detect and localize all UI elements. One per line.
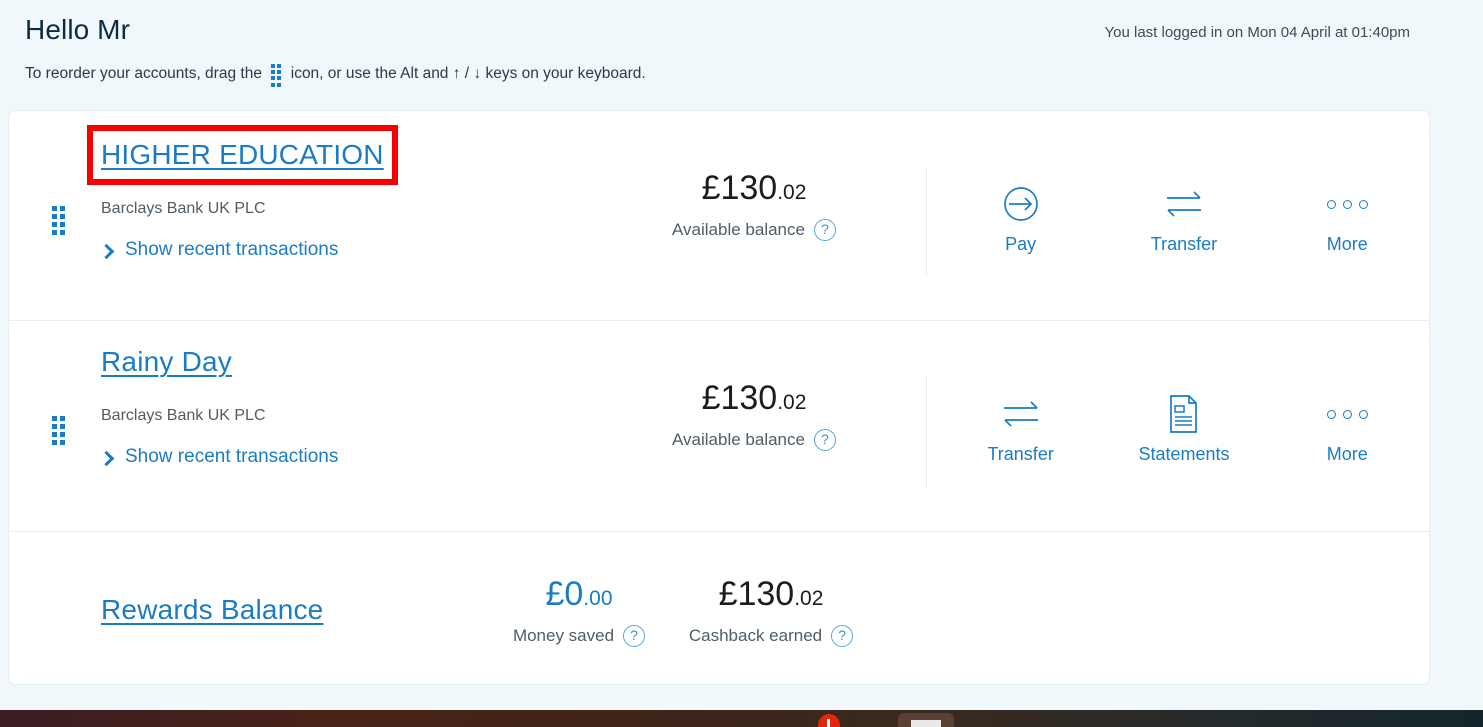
more-button-label: More [1326, 444, 1368, 464]
page-header: Hello Mr You last logged in on Mon 04 Ap… [0, 0, 1483, 108]
rewards-amounts: £0.00 Money saved ? £130.02 Cashback ear… [489, 577, 861, 647]
reorder-instructions: To reorder your accounts, drag the icon,… [25, 63, 646, 87]
account-name-link[interactable]: HIGHER EDUCATION [87, 125, 398, 185]
help-icon[interactable]: ? [813, 429, 836, 451]
balance-pounds: £130 [701, 379, 778, 417]
available-balance-label-row: Available balance ? [609, 219, 899, 241]
available-balance-block: £130.02 Available balance ? [609, 171, 899, 241]
balance-pounds: £130 [701, 169, 778, 207]
account-actions: Transfer Statements More [939, 393, 1429, 465]
account-row: HIGHER EDUCATION Barclays Bank UK PLC Sh… [9, 111, 1429, 321]
show-recent-transactions-link[interactable]: Show recent transactions [98, 446, 339, 468]
cashback-earned-amount: £130.02 [681, 577, 861, 611]
chevron-right-icon [98, 450, 115, 466]
account-actions: Pay Transfer More [939, 183, 1429, 255]
transfer-button-label: Transfer [987, 444, 1054, 464]
money-saved-pounds: £0 [545, 575, 584, 613]
accounts-card: HIGHER EDUCATION Barclays Bank UK PLC Sh… [8, 110, 1430, 685]
available-balance-label: Available balance [672, 220, 805, 239]
cashback-earned-label-row: Cashback earned ? [681, 625, 861, 647]
drag-handle-icon[interactable] [52, 416, 65, 445]
transfer-button[interactable]: Transfer [956, 393, 1086, 465]
chevron-right-icon [98, 243, 115, 259]
pay-arrow-circle-icon [1001, 183, 1041, 225]
money-saved-amount: £0.00 [489, 577, 669, 611]
account-info: Rainy Day Barclays Bank UK PLC Show rece… [98, 346, 339, 468]
reorder-instructions-suffix: icon, or use the Alt and ↑ / ↓ keys on y… [286, 65, 646, 83]
page-title: Hello Mr [25, 14, 131, 45]
account-bank-name: Barclays Bank UK PLC [101, 200, 266, 217]
cashback-earned-block: £130.02 Cashback earned ? [681, 577, 861, 647]
transfer-arrows-icon [1162, 183, 1206, 225]
transfer-arrows-icon [999, 393, 1043, 435]
money-saved-block: £0.00 Money saved ? [489, 577, 669, 647]
cashback-pence: .02 [794, 587, 824, 610]
account-row: Rainy Day Barclays Bank UK PLC Show rece… [9, 321, 1429, 532]
statements-button-label: Statements [1138, 444, 1230, 464]
show-recent-transactions-label: Show recent transactions [125, 239, 339, 260]
account-balance-amount: £130.02 [609, 171, 899, 205]
more-button[interactable]: More [1282, 183, 1412, 255]
money-saved-label: Money saved [512, 626, 615, 645]
more-dots-icon [1326, 393, 1368, 435]
rewards-balance-row: Rewards Balance £0.00 Money saved ? £130… [9, 532, 1429, 684]
page-bottom-spacer [0, 685, 1483, 710]
rewards-info: Rewards Balance [101, 594, 323, 626]
pay-button-label: Pay [1005, 234, 1037, 254]
more-button[interactable]: More [1282, 393, 1412, 465]
taskbar-app-icon-window[interactable] [898, 713, 954, 727]
money-saved-pence: .00 [583, 587, 613, 610]
vertical-divider [926, 377, 927, 487]
more-button-label: More [1326, 234, 1368, 254]
rewards-balance-link[interactable]: Rewards Balance [101, 594, 323, 626]
last-login-text: You last logged in on Mon 04 April at 01… [1104, 24, 1411, 41]
more-dots-icon [1326, 183, 1368, 225]
available-balance-label-row: Available balance ? [609, 429, 899, 451]
account-name-link[interactable]: Rainy Day [101, 346, 232, 378]
transfer-button[interactable]: Transfer [1119, 183, 1249, 255]
online-banking-accounts-page: Hello Mr You last logged in on Mon 04 Ap… [0, 0, 1483, 727]
account-info: HIGHER EDUCATION Barclays Bank UK PLC Sh… [87, 125, 398, 261]
reorder-instructions-prefix: To reorder your accounts, drag the [25, 65, 267, 83]
balance-pence: .02 [777, 391, 807, 414]
taskbar-app-icon-red[interactable] [818, 714, 840, 727]
account-bank-name: Barclays Bank UK PLC [101, 407, 266, 424]
balance-pence: .02 [777, 181, 807, 204]
cashback-earned-label: Cashback earned [688, 626, 823, 645]
drag-handle-icon [271, 64, 282, 87]
statement-document-icon [1167, 393, 1201, 435]
cashback-pounds: £130 [718, 575, 795, 613]
drag-handle-icon[interactable] [52, 206, 65, 235]
help-icon[interactable]: ? [623, 625, 646, 647]
show-recent-transactions-link[interactable]: Show recent transactions [98, 239, 339, 261]
pay-button[interactable]: Pay [956, 183, 1086, 255]
help-icon[interactable]: ? [813, 219, 836, 241]
help-icon[interactable]: ? [831, 625, 854, 647]
transfer-button-label: Transfer [1150, 234, 1218, 254]
available-balance-block: £130.02 Available balance ? [609, 381, 899, 451]
show-recent-transactions-label: Show recent transactions [125, 446, 339, 467]
os-taskbar [0, 710, 1483, 727]
available-balance-label: Available balance [672, 430, 805, 449]
money-saved-label-row: Money saved ? [489, 625, 669, 647]
vertical-divider [926, 167, 927, 277]
account-balance-amount: £130.02 [609, 381, 899, 415]
statements-button[interactable]: Statements [1119, 393, 1249, 465]
